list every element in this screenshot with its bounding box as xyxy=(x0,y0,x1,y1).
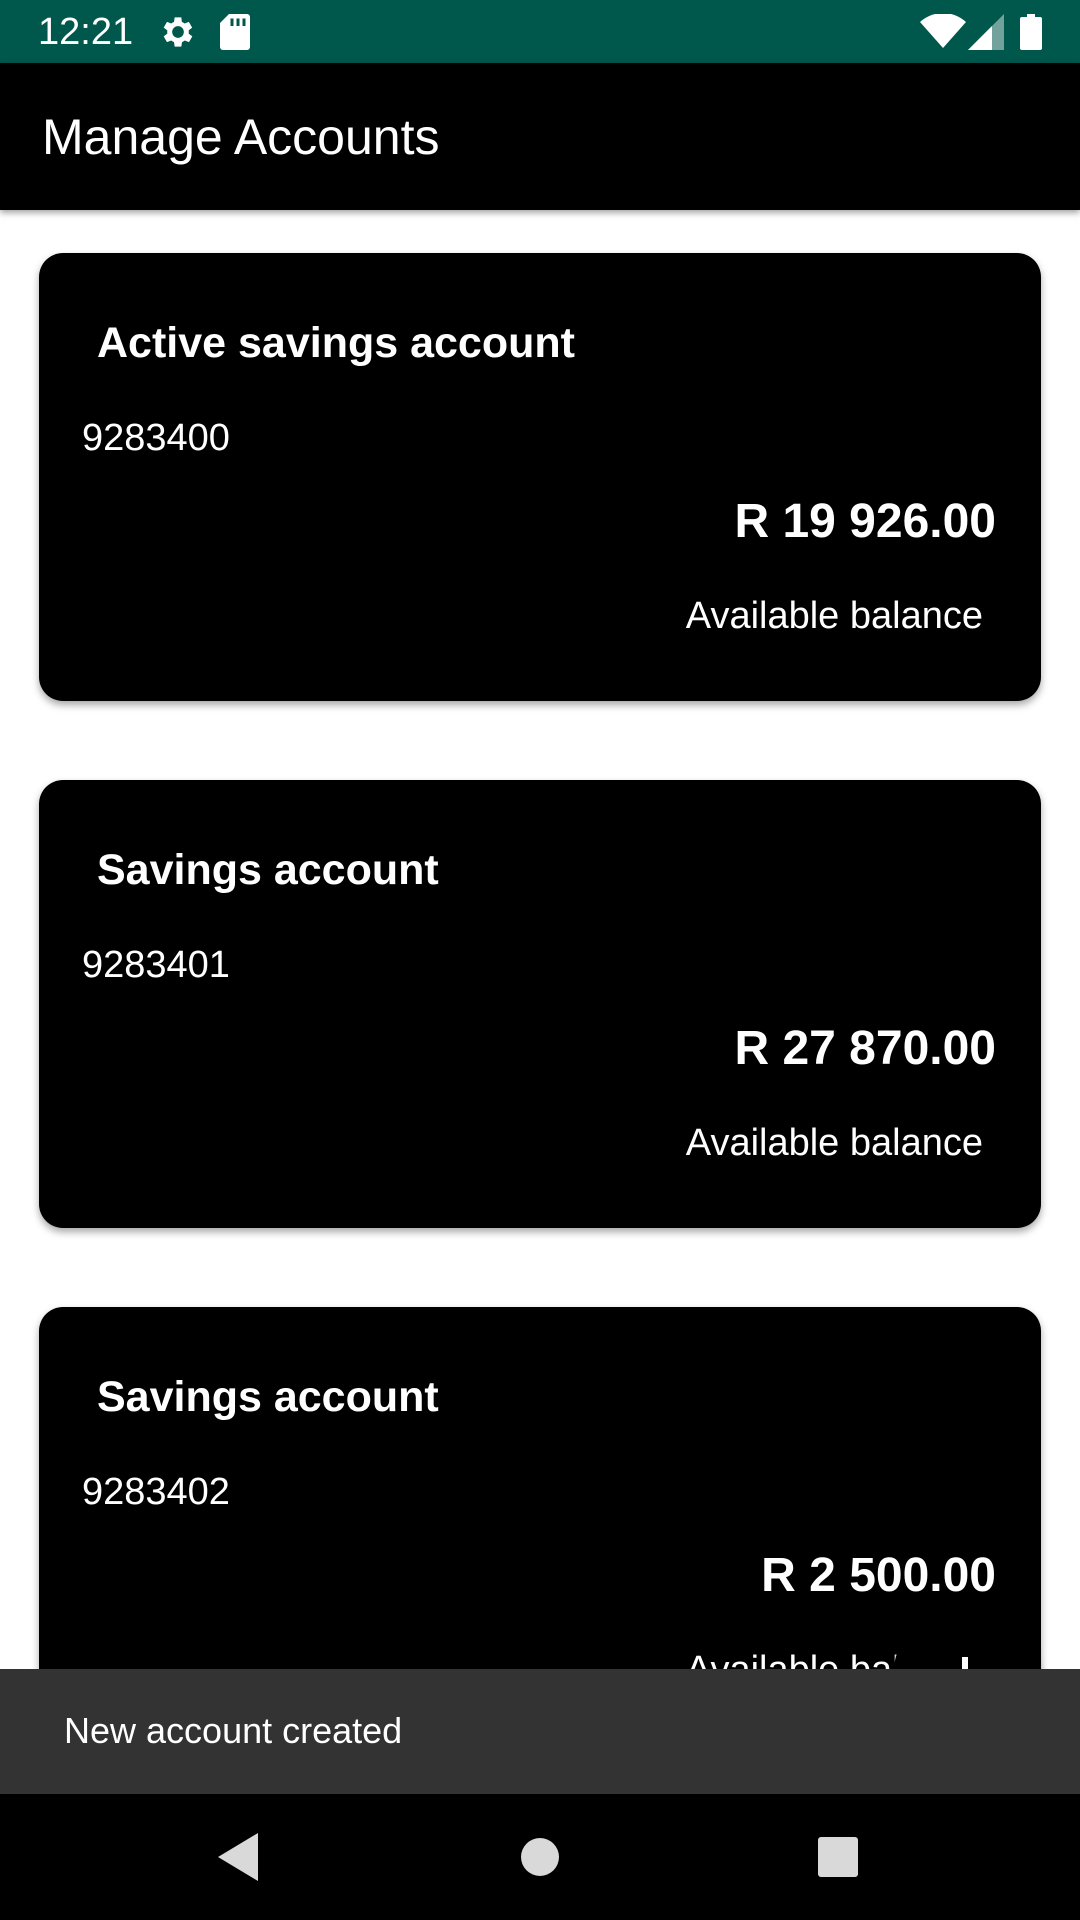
account-name: Savings account xyxy=(97,846,439,894)
accounts-list: Active savings account 9283400 R 19 926.… xyxy=(0,210,1080,1669)
account-name: Savings account xyxy=(97,1373,439,1421)
back-icon[interactable] xyxy=(210,1827,270,1887)
sd-card-icon xyxy=(220,14,250,50)
account-number: 9283400 xyxy=(82,417,230,459)
account-card[interactable]: Savings account 9283402 R 2 500.00 Avail… xyxy=(39,1307,1041,1669)
snackbar: New account created xyxy=(0,1669,1080,1794)
snackbar-message: New account created xyxy=(64,1710,403,1751)
signal-icon xyxy=(968,14,1004,50)
account-balance: R 2 500.00 xyxy=(761,1549,996,1602)
account-balance: R 27 870.00 xyxy=(734,1022,996,1075)
app-bar: Manage Accounts xyxy=(0,63,1080,210)
home-icon[interactable] xyxy=(510,1827,570,1887)
balance-label: Available balance xyxy=(685,595,983,637)
account-balance: R 19 926.00 xyxy=(734,495,996,548)
balance-label: Available balance xyxy=(685,1122,983,1164)
gear-icon xyxy=(163,17,193,47)
account-name: Active savings account xyxy=(97,319,575,367)
navigation-bar xyxy=(0,1794,1080,1920)
battery-icon xyxy=(1020,14,1042,50)
recents-icon[interactable] xyxy=(808,1827,868,1887)
account-card[interactable]: Active savings account 9283400 R 19 926.… xyxy=(39,253,1041,701)
account-number: 9283401 xyxy=(82,944,230,986)
status-bar: 12:21 xyxy=(0,0,1080,63)
account-card[interactable]: Savings account 9283401 R 27 870.00 Avai… xyxy=(39,780,1041,1228)
account-number: 9283402 xyxy=(82,1471,230,1513)
status-time: 12:21 xyxy=(38,11,134,53)
wifi-icon xyxy=(920,14,966,48)
screen: 12:21 Manage Accounts Active savings acc… xyxy=(0,0,1080,1920)
page-title: Manage Accounts xyxy=(42,109,440,165)
